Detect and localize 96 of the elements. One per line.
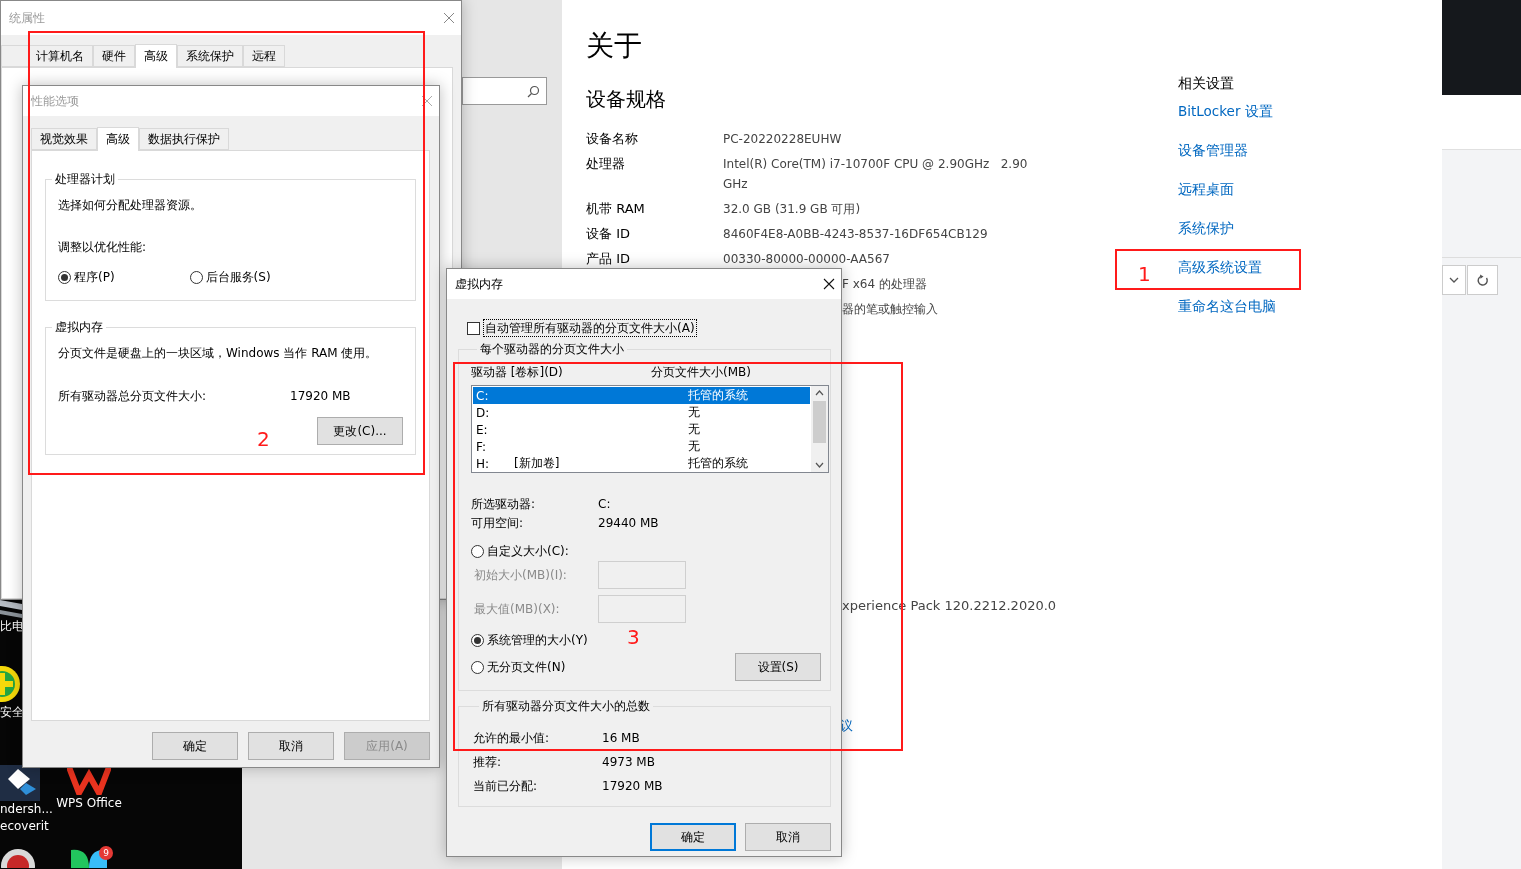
change-button[interactable]: 更改(C)... xyxy=(317,417,403,445)
page-title: 关于 xyxy=(586,28,643,64)
group-title: 每个驱动器的分页文件大小 xyxy=(479,341,625,358)
column-header: 分页文件大小(MB) xyxy=(651,364,752,380)
spec-value: F x64 的处理器 xyxy=(842,276,927,293)
radio-option[interactable]: 后台服务(S) xyxy=(189,268,271,286)
total-value: 16 MB xyxy=(602,730,641,747)
spec-value: 00330-80000-00000-AA567 xyxy=(723,251,891,268)
tab[interactable]: 高级 xyxy=(97,127,139,151)
plus-icon xyxy=(0,664,22,704)
close-icon[interactable] xyxy=(823,278,835,290)
drive-row[interactable]: D: 无 xyxy=(473,404,810,421)
spec-value: 8460F4E8-A0BB-4243-8537-16DF654CB129 xyxy=(723,226,989,243)
settings-link[interactable]: 远程桌面 xyxy=(1178,179,1276,199)
dialog-button[interactable]: 取消 xyxy=(248,732,334,760)
settings-link[interactable]: BitLocker 设置 xyxy=(1178,101,1276,121)
desktop-icon-label[interactable]: WPS Office xyxy=(56,795,122,812)
desktop-icon-label[interactable]: ndersh... xyxy=(0,801,53,818)
link[interactable]: 议 xyxy=(840,716,1178,736)
window-title: 统属性 xyxy=(9,9,45,27)
tab[interactable]: 数据执行保护 xyxy=(139,128,229,150)
radio-option[interactable]: 自定义大小(C): xyxy=(471,542,569,560)
dialog-button[interactable]: 确定 xyxy=(650,823,736,851)
dialog-button[interactable]: 确定 xyxy=(152,732,238,760)
annotation-number: 2 xyxy=(257,428,270,450)
total-value: 4973 MB xyxy=(602,754,656,771)
laptop-icon xyxy=(0,598,22,618)
input-field[interactable] xyxy=(598,595,686,623)
info-label: 所选驱动器: xyxy=(471,496,537,513)
group-title: 虚拟内存 xyxy=(54,319,104,336)
prompt-text: 调整以优化性能: xyxy=(58,239,148,256)
tab[interactable]: 高级 xyxy=(135,44,177,68)
radio-option[interactable]: 程序(P) xyxy=(58,268,115,286)
record-icon xyxy=(0,848,36,868)
settings-link[interactable]: 高级系统设置 xyxy=(1178,257,1276,277)
tab[interactable]: 计算机名 xyxy=(1,45,93,67)
spec-label: 处理器 xyxy=(586,155,626,173)
logo-icon xyxy=(67,765,111,795)
radio-option[interactable]: 无分页文件(N) xyxy=(471,658,566,676)
drive-row[interactable]: H: [新加卷] 托管的系统 xyxy=(473,455,810,472)
spec-value: Intel(R) Core(TM) i7-10700F CPU @ 2.90GHz 2.90 GHz xyxy=(723,156,1029,193)
settings-link[interactable]: 系统保护 xyxy=(1178,218,1276,238)
desktop-icon-label[interactable]: 比电 xyxy=(0,618,24,635)
total-value: 17920 MB xyxy=(290,388,351,405)
info-value: 29440 MB xyxy=(598,515,660,532)
set-button[interactable]: 设置(S) xyxy=(735,653,821,681)
related-settings-heading: 相关设置 xyxy=(1178,74,1235,93)
refresh-icon xyxy=(1476,273,1489,287)
field-label: 最大值(MB)(X): xyxy=(474,601,561,618)
scrollbar[interactable] xyxy=(811,386,828,472)
drive-row[interactable]: F: 无 xyxy=(473,438,810,455)
spec-label: 机带 RAM xyxy=(586,200,646,218)
spec-label: 设备 ID xyxy=(586,225,631,243)
window-title: 性能选项 xyxy=(31,92,79,110)
dialog-button[interactable]: 取消 xyxy=(745,823,831,851)
total-label: 所有驱动器总分页文件大小: xyxy=(58,388,208,405)
dropdown-button[interactable] xyxy=(1442,265,1466,295)
spec-label: 设备名称 xyxy=(586,130,639,148)
search-field[interactable] xyxy=(462,77,547,105)
window-title: 虚拟内存 xyxy=(455,275,503,293)
description-text: 分页文件是硬盘上的一块区域，Windows 当作 RAM 使用。 xyxy=(58,345,379,362)
settings-link[interactable]: 重命名这台电脑 xyxy=(1178,296,1276,316)
drive-row[interactable]: C: 托管的系统 xyxy=(473,387,810,404)
total-label: 当前已分配: xyxy=(473,778,539,795)
group-title: 处理器计划 xyxy=(54,171,116,188)
total-label: 允许的最小值: xyxy=(473,730,551,747)
group-title: 所有驱动器分页文件大小的总数 xyxy=(481,698,651,715)
total-label: 推荐: xyxy=(473,754,503,771)
spec-value: 32.0 GB (31.9 GB 可用) xyxy=(723,201,862,218)
total-value: 17920 MB xyxy=(602,778,664,795)
desktop-icon-label[interactable]: 安全 xyxy=(0,704,24,721)
desktop-icon-label[interactable]: ecoverit xyxy=(0,818,49,835)
search-icon xyxy=(527,84,540,98)
settings-link[interactable]: 设备管理器 xyxy=(1178,140,1276,160)
input-field[interactable] xyxy=(598,561,686,589)
tab[interactable]: 系统保护 xyxy=(177,45,243,67)
spec-value: PC-20220228EUHW xyxy=(723,131,843,148)
info-label: 可用空间: xyxy=(471,515,525,532)
refresh-button[interactable] xyxy=(1467,265,1498,295)
annotation-number: 3 xyxy=(627,626,640,648)
field-label: 初始大小(MB)(I): xyxy=(474,567,568,584)
drive-row[interactable]: E: 无 xyxy=(473,421,810,438)
tab[interactable]: 视觉效果 xyxy=(31,128,97,150)
radio-option[interactable]: 系统管理的大小(Y) xyxy=(471,631,588,649)
leaf-icon xyxy=(69,848,109,868)
info-value: C: xyxy=(598,496,612,513)
notification-badge: 9 xyxy=(99,846,113,860)
spec-value: 器的笔或触控输入 xyxy=(842,301,938,318)
tab[interactable]: 硬件 xyxy=(93,45,135,67)
description-text: 选择如何分配处理器资源。 xyxy=(58,197,203,214)
column-header: 驱动器 [卷标](D) xyxy=(471,364,564,380)
section-heading: 设备规格 xyxy=(586,86,667,112)
chevron-down-icon xyxy=(1449,277,1459,283)
tab[interactable]: 远程 xyxy=(243,45,285,67)
spec-label: 产品 ID xyxy=(586,250,631,268)
annotation-number: 1 xyxy=(1138,263,1151,285)
